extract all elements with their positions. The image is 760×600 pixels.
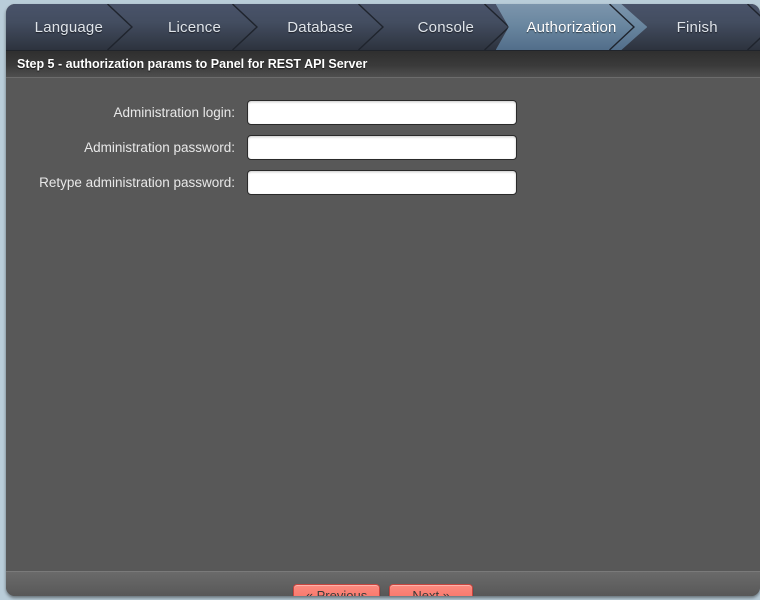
admin-password-input[interactable] (247, 135, 517, 160)
tab-finish[interactable]: Finish (634, 4, 760, 50)
tab-label: Database (287, 18, 354, 36)
wizard-step-tabs: Language Licence Database Console Author… (6, 4, 760, 50)
tab-label: Finish (676, 18, 718, 36)
previous-button[interactable]: « Previous (292, 584, 381, 596)
form-row-admin-login: Administration login: (6, 100, 760, 125)
chevron-right-icon (358, 4, 385, 50)
admin-password-label: Administration password: (84, 140, 235, 155)
tab-label: Authorization (526, 18, 617, 36)
tab-console[interactable]: Console (383, 4, 510, 50)
admin-login-input[interactable] (247, 100, 517, 125)
tab-licence[interactable]: Licence (132, 4, 259, 50)
retype-password-label: Retype administration password: (39, 175, 235, 190)
tab-label: Console (417, 18, 475, 36)
chevron-right-icon (106, 4, 133, 50)
tab-database[interactable]: Database (257, 4, 385, 50)
wizard-footer: « Previous Next » (6, 571, 760, 596)
main-content: Administration login: Administration pas… (6, 78, 760, 571)
chevron-right-icon (232, 4, 259, 50)
chevron-right-icon (747, 4, 760, 50)
step-header: Step 5 - authorization params to Panel f… (6, 50, 760, 78)
tab-language[interactable]: Language (6, 4, 133, 50)
wizard-window: Language Licence Database Console Author… (6, 4, 760, 596)
tab-label: Licence (167, 18, 222, 36)
tab-authorization[interactable]: Authorization (509, 4, 635, 50)
retype-password-input[interactable] (247, 170, 517, 195)
form-row-retype-password: Retype administration password: (6, 170, 760, 195)
step-header-title: Step 5 - authorization params to Panel f… (17, 57, 368, 71)
admin-login-label: Administration login: (113, 105, 235, 120)
form-row-admin-password: Administration password: (6, 135, 760, 160)
next-button[interactable]: Next » (389, 584, 474, 596)
tab-label: Language (34, 18, 103, 36)
